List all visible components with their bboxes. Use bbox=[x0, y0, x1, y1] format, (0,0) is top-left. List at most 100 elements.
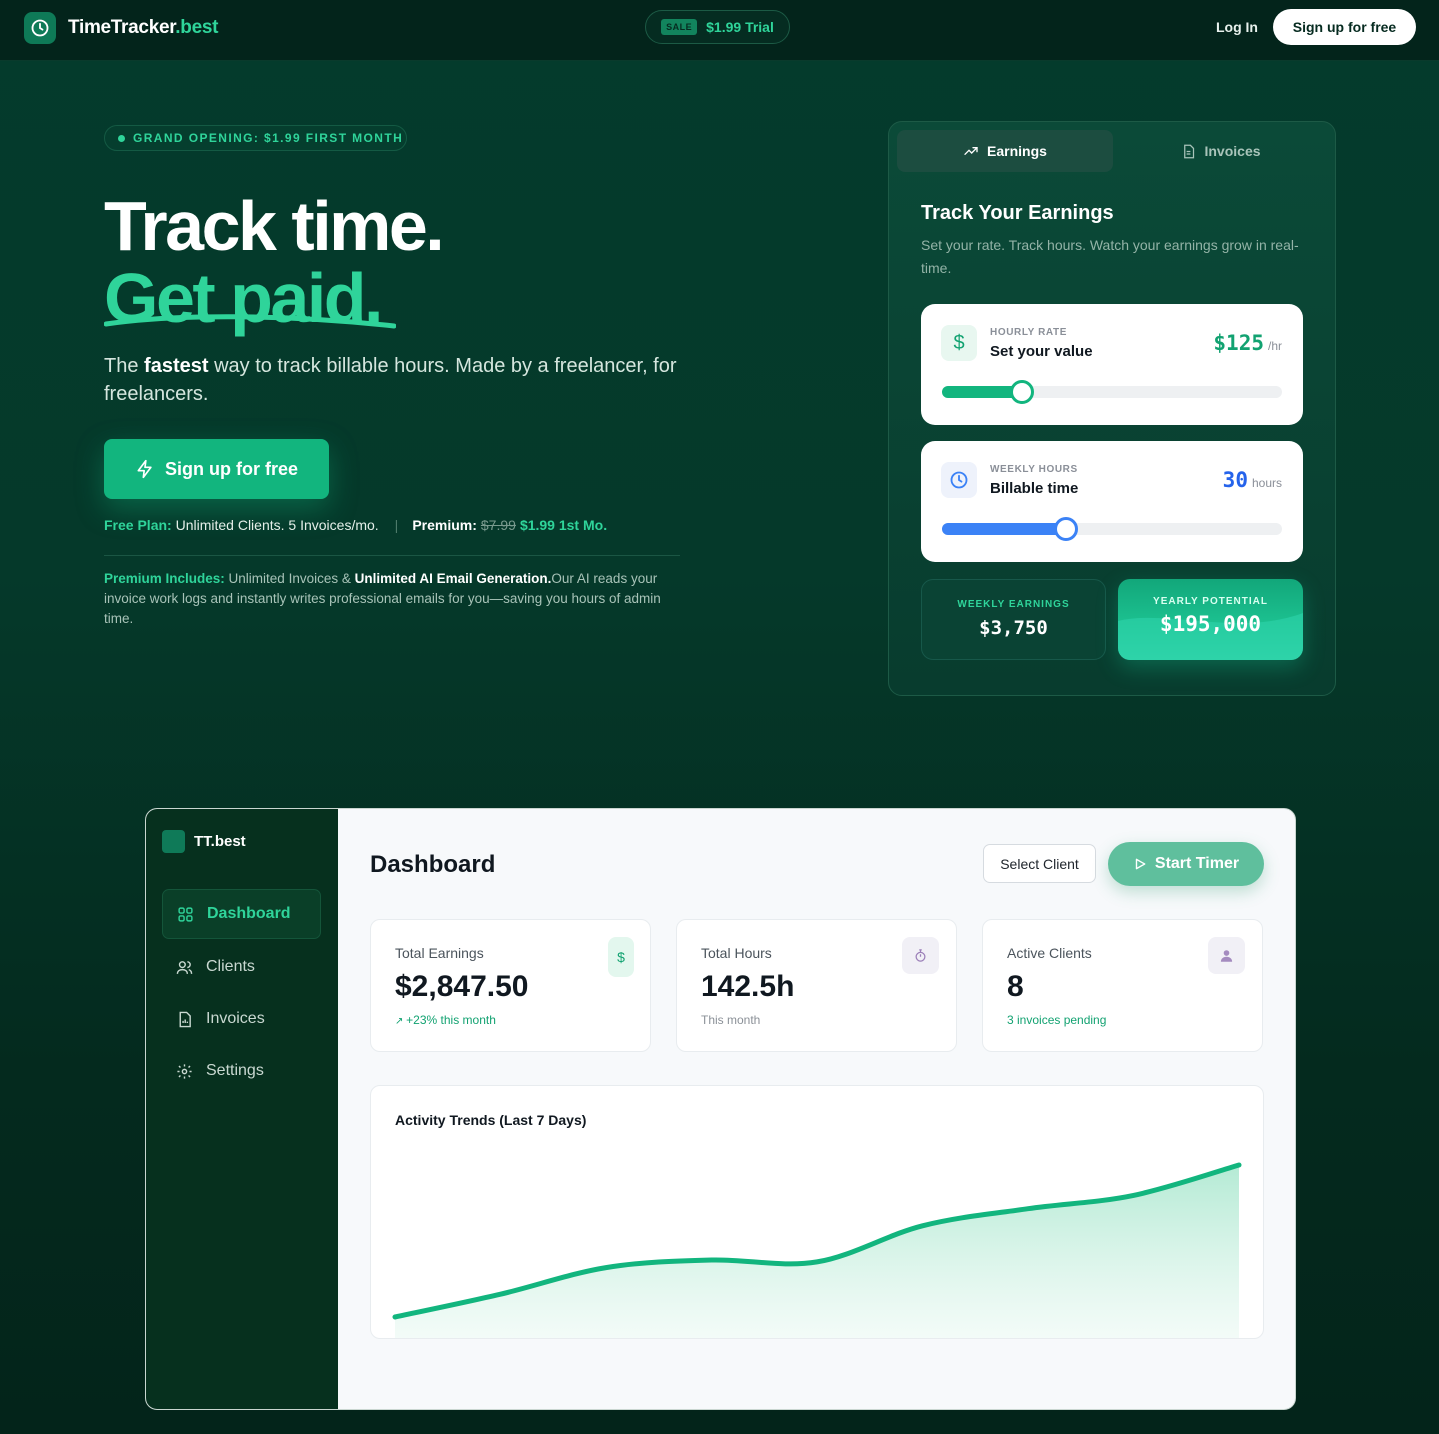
stat-value: 142.5h bbox=[701, 970, 795, 1003]
dashboard-logo-mark bbox=[162, 830, 185, 853]
grid-icon bbox=[178, 906, 193, 922]
weekly-hours-value: 30 hours bbox=[1223, 468, 1282, 492]
weekly-earnings-box: WEEKLY EARNINGS $3,750 bbox=[921, 579, 1106, 660]
hero-divider bbox=[104, 555, 680, 556]
premium-includes: Premium Includes: Unlimited Invoices & U… bbox=[104, 571, 661, 626]
weekly-hours-number: 30 bbox=[1222, 468, 1248, 492]
weekly-earnings-value: $3,750 bbox=[979, 617, 1048, 639]
gear-icon bbox=[177, 1063, 192, 1079]
chart-area-fill bbox=[395, 1165, 1239, 1338]
stat-card-earnings: Total Earnings $2,847.50 ↗ +23% this mon… bbox=[370, 919, 651, 1052]
play-icon bbox=[1135, 858, 1146, 870]
dashboard-sidebar: TT.best Dashboard Clients Invoices Setti… bbox=[146, 809, 338, 1409]
premium-new-price: $1.99 1st Mo. bbox=[519, 517, 608, 533]
brand-name: TimeTracker.best bbox=[68, 17, 219, 38]
start-timer-label: Start Timer bbox=[1154, 855, 1240, 872]
free-plan-text: Unlimited Clients. 5 Invoices/mo. bbox=[171, 517, 379, 533]
hourly-rate-value: $125 /hr bbox=[1213, 331, 1282, 355]
document-icon bbox=[1184, 144, 1195, 158]
stat-label: Total Hours bbox=[701, 945, 772, 961]
dashboard-title: Dashboard bbox=[370, 851, 496, 878]
cta-label: Sign up for free bbox=[164, 458, 298, 479]
stat-note: 3 invoices pending bbox=[1007, 1013, 1107, 1027]
trial-label: $1.99 Trial bbox=[706, 19, 774, 35]
stat-value: $2,847.50 bbox=[395, 970, 529, 1003]
hourly-rate-unit: /hr bbox=[1267, 339, 1282, 353]
free-plan-label: Free Plan: bbox=[104, 517, 172, 533]
stat-note: ↗ +23% this month bbox=[395, 1013, 496, 1027]
yearly-potential-label: YEARLY POTENTIAL bbox=[1153, 596, 1268, 607]
sidebar-item-label: Settings bbox=[206, 1062, 264, 1079]
signup-hero-button[interactable]: Sign up for free bbox=[104, 439, 329, 499]
premium-label: Premium: bbox=[412, 517, 477, 533]
weekly-hours-title: Billable time bbox=[990, 480, 1079, 497]
users-icon bbox=[176, 960, 193, 974]
select-client-button[interactable]: Select Client bbox=[983, 844, 1096, 883]
hourly-rate-number: $125 bbox=[1213, 331, 1264, 355]
trial-pill[interactable]: SALE $1.99 Trial bbox=[645, 10, 790, 44]
hourly-rate-title: Set your value bbox=[990, 343, 1093, 360]
weekly-hours-slider[interactable] bbox=[942, 517, 1282, 541]
tab-invoices-label: Invoices bbox=[1204, 143, 1261, 159]
stat-label: Active Clients bbox=[1007, 945, 1092, 961]
start-timer-button[interactable]: Start Timer bbox=[1108, 842, 1264, 886]
sidebar-item-label: Invoices bbox=[206, 1010, 265, 1027]
stat-card-clients: Active Clients 8 3 invoices pending bbox=[982, 919, 1263, 1052]
weekly-hours-card: WEEKLY HOURS Billable time 30 hours bbox=[921, 441, 1303, 562]
sidebar-item-dashboard[interactable]: Dashboard bbox=[162, 889, 321, 939]
top-nav: TimeTracker.best SALE $1.99 Trial Log In… bbox=[0, 0, 1439, 61]
stat-card-hours: Total Hours 142.5h This month bbox=[676, 919, 957, 1052]
calculator-title: Track Your Earnings bbox=[921, 202, 1114, 224]
tab-invoices[interactable]: Invoices bbox=[1113, 130, 1329, 172]
dashboard-preview: TT.best Dashboard Clients Invoices Setti… bbox=[145, 808, 1296, 1410]
premium-old-price: $7.99 bbox=[480, 517, 516, 533]
user-icon bbox=[1208, 937, 1245, 974]
calculator-tabs: Earnings Invoices bbox=[897, 130, 1329, 172]
badge-text: GRAND OPENING: $1.99 FIRST MONTH bbox=[133, 131, 404, 145]
sale-tag: SALE bbox=[661, 19, 698, 35]
grand-opening-badge: GRAND OPENING: $1.99 FIRST MONTH bbox=[104, 125, 407, 151]
weekly-hours-fill bbox=[942, 523, 1067, 535]
weekly-earnings-label: WEEKLY EARNINGS bbox=[957, 599, 1070, 610]
hero-subheadline: The fastest way to track billable hours.… bbox=[104, 355, 677, 405]
badge-dot bbox=[118, 134, 125, 142]
dashboard-brand-name: TT.best bbox=[194, 833, 246, 850]
stat-value: 8 bbox=[1007, 970, 1024, 1003]
headline-line-1: Track time. bbox=[104, 187, 445, 265]
clock-icon bbox=[24, 12, 56, 44]
tab-earnings[interactable]: Earnings bbox=[897, 130, 1113, 172]
sidebar-item-clients[interactable]: Clients bbox=[162, 942, 321, 992]
hourly-rate-thumb[interactable] bbox=[1009, 380, 1034, 404]
hourly-rate-slider[interactable] bbox=[942, 380, 1282, 404]
hourly-rate-card: $ HOURLY RATE Set your value $125 /hr bbox=[921, 304, 1303, 425]
sidebar-item-settings[interactable]: Settings bbox=[162, 1046, 321, 1096]
activity-chart-card: Activity Trends (Last 7 Days) bbox=[370, 1085, 1264, 1339]
plan-separator: | bbox=[394, 517, 399, 533]
tab-earnings-label: Earnings bbox=[987, 143, 1047, 159]
dollar-icon: $ bbox=[608, 937, 634, 977]
calculator-subtitle: Set your rate. Track hours. Watch your e… bbox=[921, 237, 1299, 276]
sidebar-item-label: Dashboard bbox=[207, 905, 291, 922]
clock-icon bbox=[941, 462, 977, 498]
dollar-icon: $ bbox=[941, 325, 977, 361]
weekly-hours-label: WEEKLY HOURS bbox=[990, 464, 1078, 475]
sidebar-item-invoices[interactable]: Invoices bbox=[162, 994, 321, 1044]
weekly-hours-thumb[interactable] bbox=[1054, 517, 1079, 541]
stat-label: Total Earnings bbox=[395, 945, 484, 961]
headline-underline bbox=[104, 314, 396, 329]
signup-header-button[interactable]: Sign up for free bbox=[1273, 9, 1416, 45]
yearly-potential-value: $195,000 bbox=[1159, 612, 1262, 636]
dashboard-brand: TT.best bbox=[162, 830, 246, 853]
brand-logo[interactable]: TimeTracker.best bbox=[24, 12, 218, 44]
stat-note: This month bbox=[701, 1013, 761, 1027]
stopwatch-icon bbox=[902, 937, 939, 974]
weekly-hours-unit: hours bbox=[1251, 476, 1282, 490]
login-link[interactable]: Log In bbox=[1216, 19, 1258, 35]
sidebar-item-label: Clients bbox=[206, 958, 255, 975]
plan-summary: Free Plan: Unlimited Clients. 5 Invoices… bbox=[104, 517, 607, 533]
trending-up-icon bbox=[964, 147, 978, 155]
invoice-icon bbox=[179, 1011, 191, 1027]
hourly-rate-label: HOURLY RATE bbox=[990, 327, 1067, 338]
earnings-calculator-card: Earnings Invoices Track Your Earnings Se… bbox=[888, 121, 1336, 696]
lightning-icon bbox=[137, 459, 152, 479]
